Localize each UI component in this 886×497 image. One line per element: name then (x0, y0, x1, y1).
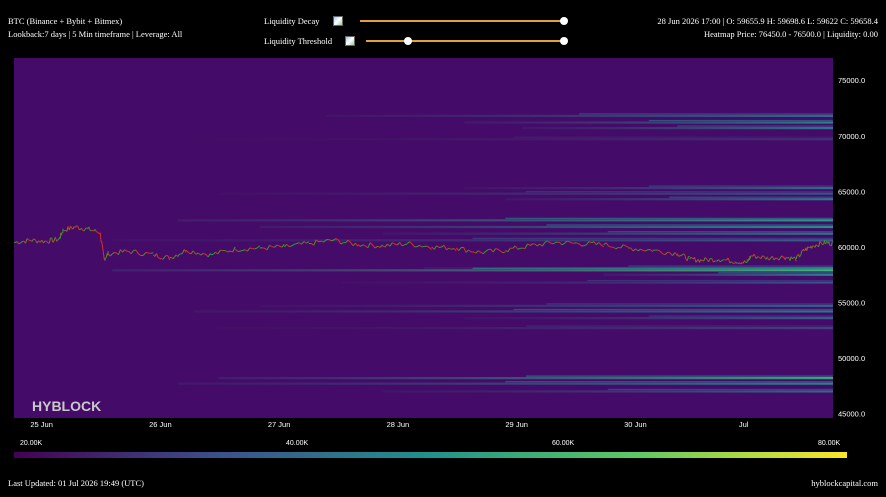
price-segment-up (678, 255, 681, 257)
liquidity-band-halo (677, 125, 833, 127)
liquidity-band (218, 327, 833, 330)
liquidity-band (464, 187, 833, 190)
price-segment-down (762, 255, 765, 257)
colorbar-label: 20.00K (20, 440, 43, 447)
liquidity-band (194, 310, 833, 313)
liquidity-band-halo (628, 265, 833, 267)
price-segment-down (76, 225, 79, 227)
x-tick-label: 28 Jun (387, 420, 410, 429)
y-tick-label: 65000.0 (838, 187, 865, 196)
y-tick-label: 75000.0 (838, 76, 865, 85)
site-link[interactable]: hyblockcapital.com (811, 478, 878, 488)
liquidity-band-halo (525, 325, 833, 327)
liquidity-band-halo (607, 231, 833, 233)
price-segment-down (690, 256, 693, 259)
liquidity-band (521, 127, 833, 130)
liquidity-band-halo (525, 191, 833, 193)
price-segment-down (148, 252, 151, 254)
liquidity-band-halo (579, 113, 833, 115)
price-segment-down (44, 240, 47, 242)
liquidity-band (505, 198, 833, 201)
liquidity-band-halo (546, 224, 833, 226)
liquidity-band (112, 239, 833, 242)
price-segment-down (786, 256, 788, 259)
liquidity-band-halo (525, 375, 833, 377)
colorbar-label: 40.00K (286, 440, 309, 447)
liquidity-band-halo (587, 279, 833, 282)
x-tick-label: Jul (739, 420, 749, 429)
price-segment-down (757, 256, 760, 258)
x-tick-label: 30 Jun (624, 420, 647, 429)
liquidity-band (177, 382, 834, 385)
liquidity-band (112, 269, 833, 272)
liquidity-band (259, 304, 833, 307)
y-tick-label: 60000.0 (838, 243, 865, 252)
price-segment-up (421, 245, 425, 248)
liquidity-band-halo (472, 267, 833, 269)
y-tick-label: 70000.0 (838, 132, 865, 141)
liquidity-band (382, 390, 833, 393)
x-tick-label: 29 Jun (505, 420, 528, 429)
liquidity-band-halo (718, 272, 833, 274)
liquidity-band-halo (513, 308, 833, 311)
price-segment-up (799, 254, 802, 257)
x-tick-label: 26 Jun (149, 420, 172, 429)
colorbar (14, 452, 847, 458)
liquidity-band-halo (505, 217, 833, 219)
liquidity-band (341, 281, 833, 284)
colorbar-label: 60.00K (552, 440, 575, 447)
price-segment-up (831, 241, 834, 243)
liquidity-band (325, 114, 833, 117)
price-segment-down (714, 260, 717, 262)
liquidity-band-halo (648, 315, 833, 317)
liquidity-band-halo (607, 388, 833, 391)
liquidity-band (382, 232, 833, 235)
x-tick-label: 27 Jun (268, 420, 291, 429)
last-updated: Last Updated: 01 Jul 2026 19:49 (UTC) (8, 478, 144, 488)
y-tick-label: 50000.0 (838, 354, 865, 363)
liquidity-band-halo (505, 381, 833, 383)
price-segment-down (775, 257, 778, 260)
y-tick-label: 55000.0 (838, 298, 865, 307)
liquidity-band-halo (648, 185, 833, 187)
price-segment-up (325, 238, 329, 241)
liquidity-band (259, 225, 833, 229)
price-segment-down (642, 249, 646, 252)
price-segment-down (495, 248, 499, 250)
price-segment-up (798, 255, 801, 258)
price-segment-up (488, 248, 491, 251)
liquidity-band-halo (669, 196, 833, 198)
price-segment-down (566, 240, 570, 243)
liquidity-band (464, 317, 833, 320)
price-segment-down (114, 251, 117, 254)
liquidity-band-halo (648, 119, 833, 122)
price-segment-down (220, 249, 223, 252)
heatmap-chart[interactable]: 75000.0 70000.0 65000.0 60000.0 55000.0 50000… (0, 0, 886, 497)
watermark: HYBLOCK (32, 398, 101, 414)
colorbar-label: 80.00K (818, 440, 841, 447)
y-tick-label: 45000.0 (838, 410, 865, 419)
liquidity-band (194, 138, 833, 141)
liquidity-band (603, 273, 833, 276)
liquidity-band (177, 219, 834, 222)
price-segment-down (826, 241, 828, 243)
x-tick-label: 25 Jun (30, 420, 53, 429)
price-segment-up (680, 254, 683, 257)
liquidity-band-halo (513, 136, 833, 138)
liquidity-band-halo (546, 303, 833, 305)
price-segment-down (73, 226, 76, 228)
price-segment-up (404, 243, 408, 246)
liquidity-band-halo (472, 237, 833, 239)
liquidity-band (218, 377, 833, 380)
liquidity-band (464, 121, 833, 124)
liquidity-band (218, 192, 833, 195)
